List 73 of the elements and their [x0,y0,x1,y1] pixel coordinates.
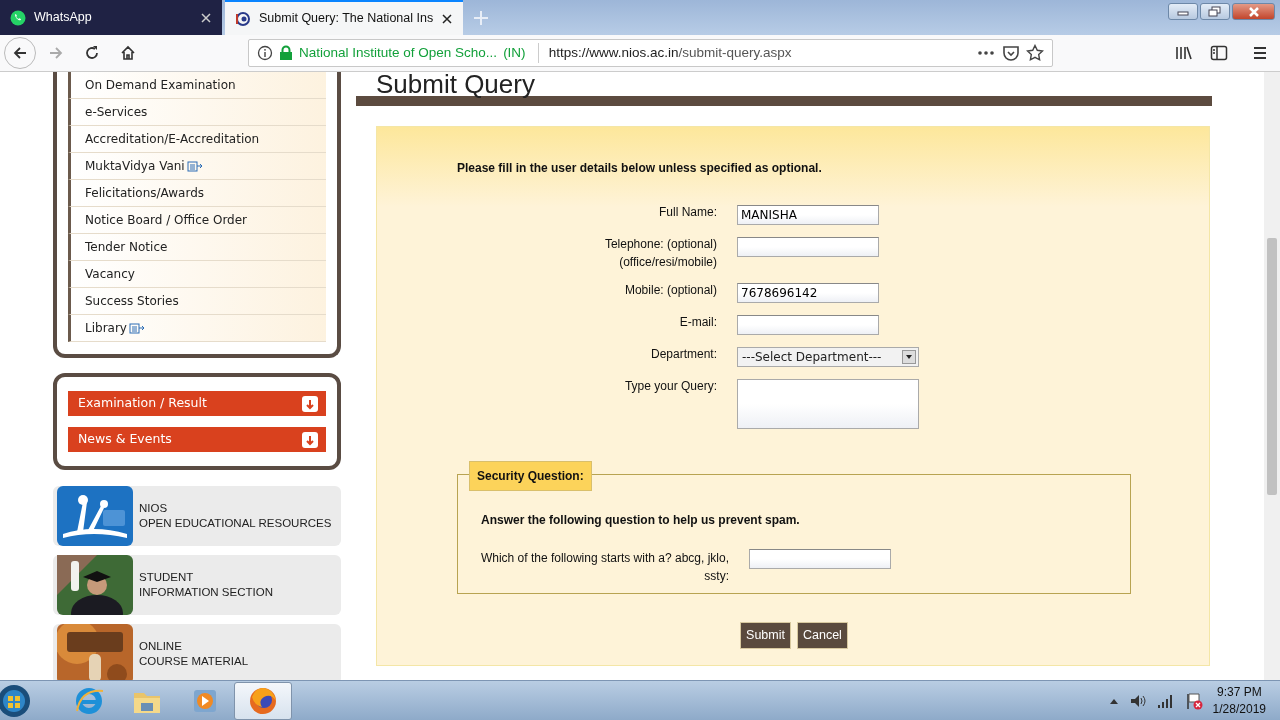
fieldset-legend: Security Question: [469,461,592,491]
minimize-button[interactable] [1168,3,1198,20]
library-icon[interactable] [1174,44,1194,62]
field-label: Department: [649,346,717,363]
card-text: ONLINE [139,639,183,654]
field-label: Mobile: (optional) [623,282,717,299]
card-text: STUDENT [139,570,195,585]
answer-field[interactable] [749,549,891,569]
form-button[interactable]: Cancel [797,622,848,649]
sidebar-link[interactable]: Tender Notice [68,234,326,261]
input-field[interactable] [737,237,879,257]
field-label: E-mail: [678,314,717,331]
sidebar-link[interactable]: e-Services [68,99,326,126]
external-link-icon [186,159,203,173]
flag-error-icon[interactable] [1184,691,1203,710]
clock-date: 1/28/2019 [1212,700,1266,718]
scrollbar[interactable] [1264,72,1280,680]
sidebar-link[interactable]: MuktaVidya Vani [68,153,326,180]
browser-tab[interactable]: WhatsApp [0,0,222,35]
whatsapp-icon [10,9,26,26]
site-name: National Institute of Open Scho... [299,43,498,62]
sidebar-link[interactable]: Library [68,315,326,342]
reload-icon [83,44,101,62]
url-text: https://www.nios.ac.in/submit-query.aspx [537,42,792,64]
signal-icon[interactable] [1156,692,1175,709]
sidebar-link[interactable]: Accreditation/E-Accreditation [68,126,326,153]
sidebar-link[interactable]: Success Stories [68,288,326,315]
restore-button[interactable] [1200,3,1230,20]
input-field[interactable]: MANISHA [737,205,879,225]
home-icon [119,44,137,62]
input-field[interactable]: 7678696142 [737,283,879,303]
card-text: COURSE MATERIAL [139,654,249,669]
address-bar[interactable]: National Institute of Open Scho... (IN) https://www.nios.ac.in/submit-query.aspx [248,39,1053,67]
info-icon[interactable] [257,45,273,61]
accordion-button[interactable]: Examination / Result [68,391,326,416]
card-text: INFORMATION SECTION [139,585,273,600]
card-text: OPEN EDUCATIONAL RESOURCES [139,516,332,531]
eye-logo-icon [235,10,251,27]
browser-tab[interactable]: Submit Query: The National Ins [225,0,464,35]
close-button[interactable] [1232,3,1275,20]
resource-card[interactable]: STUDENT INFORMATION SECTION [53,555,341,615]
taskbar-button[interactable] [234,681,292,720]
department-select[interactable]: ---Select Department--- [737,347,919,367]
sidebar-icon[interactable] [1210,45,1228,61]
scroll-thumb[interactable] [1267,238,1277,495]
close-icon[interactable] [200,11,212,24]
external-link-icon [128,321,145,335]
clock-time: 9:37 PM [1215,683,1263,701]
security-instruction: Answer the following question to help us prevent spam. [481,512,801,529]
field-label: Full Name: [658,204,717,221]
page-title: Submit Query [376,72,536,96]
resource-card[interactable]: ONLINE COURSE MATERIAL [53,624,341,680]
close-icon [1246,5,1261,18]
sidebar-link[interactable]: Notice Board / Office Order [68,207,326,234]
resource-card[interactable]: NIOS OPEN EDUCATIONAL RESOURCES [53,486,341,546]
input-field[interactable] [737,315,879,335]
form-intro: Please fill in the user details below unless specified as optional. [457,160,823,177]
security-question: Which of the following starts with a? abcg, jklo, ssty: [479,550,729,585]
form-button[interactable]: Submit [740,622,791,649]
sidebar-link[interactable]: On Demand Examination [68,72,326,99]
sidebar-link[interactable]: Vacancy [68,261,326,288]
close-icon[interactable] [441,12,454,25]
pocket-icon[interactable] [1002,45,1020,61]
star-icon[interactable] [1026,44,1044,62]
field-label: Telephone: (optional) (office/resi/mobile) [603,236,717,271]
accordion-button[interactable]: News & Events [68,427,326,452]
lock-icon [279,45,293,61]
country-code: (IN) [503,43,526,62]
card-text: NIOS [139,501,169,516]
field-label: Type your Query: [623,378,717,395]
menu-icon[interactable] [1252,45,1268,61]
restore-icon [1208,5,1222,18]
sidebar-link[interactable]: Felicitations/Awards [68,180,326,207]
